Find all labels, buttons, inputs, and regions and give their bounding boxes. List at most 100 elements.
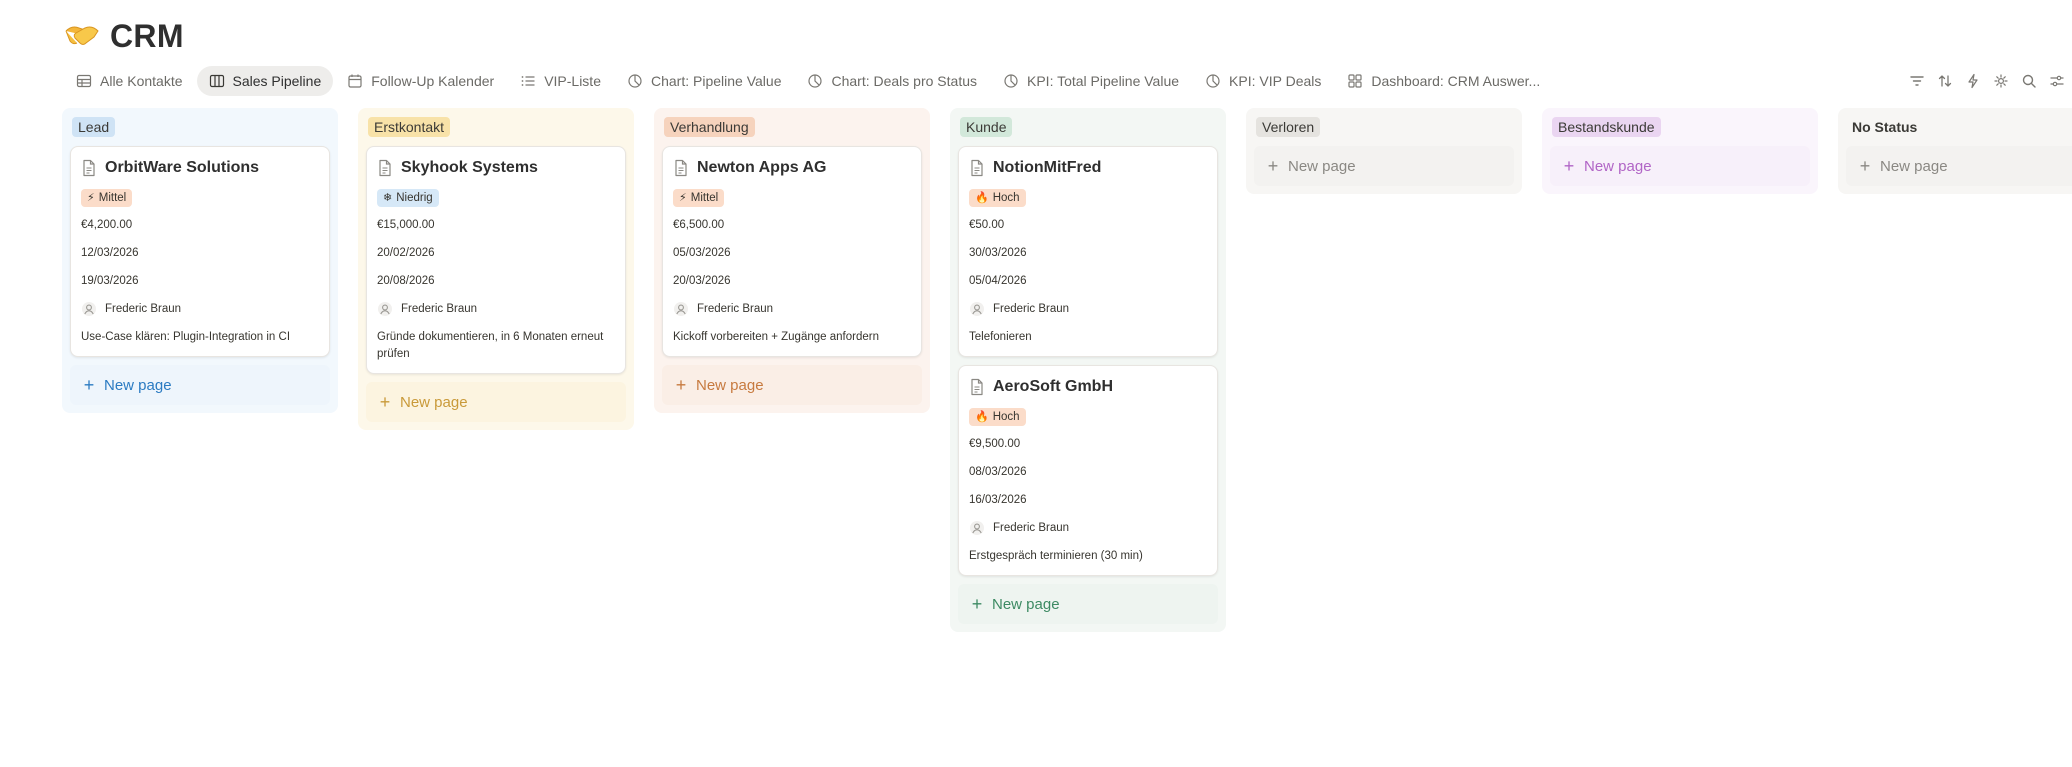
date-start: 20/02/2026 — [377, 247, 435, 259]
tab-dashboard-crm-auswer[interactable]: Dashboard: CRM Auswer... — [1335, 66, 1552, 96]
view-tabs: Alle Kontakte Sales Pipeline Follow-Up Kal… — [64, 66, 2072, 96]
column-header: No Status — [1846, 114, 2072, 140]
card-title: AeroSoft GmbH — [969, 376, 1207, 398]
column-header: Verhandlung — [662, 114, 922, 140]
priority-icon: ❄ — [383, 192, 393, 204]
list-icon — [521, 76, 535, 86]
new-page-button[interactable]: + New page — [1254, 146, 1514, 186]
owner-name: Frederic Braun — [993, 303, 1070, 315]
status-badge[interactable]: Verhandlung — [664, 117, 755, 137]
chart-icon — [628, 74, 642, 88]
priority-icon: 🔥 — [975, 192, 989, 204]
status-badge[interactable]: Lead — [72, 117, 116, 137]
deal-value: €4,200.00 — [81, 219, 133, 231]
column-header: Lead — [70, 114, 330, 140]
deal-value: €50.00 — [969, 219, 1005, 231]
column-no-status: No Status + New page — [1838, 108, 2072, 194]
tab-label: Follow-Up Kalender — [371, 73, 495, 89]
view-settings-icon[interactable] — [2048, 72, 2066, 90]
chart-icon — [808, 74, 823, 88]
priority-label: Niedrig — [396, 192, 433, 204]
new-page-label: New page — [696, 376, 764, 394]
page-icon — [675, 159, 687, 177]
page-icon — [971, 378, 983, 396]
card-title-text: AeroSoft GmbH — [993, 378, 1113, 395]
next-step-note: Erstgespräch terminieren (30 min) — [969, 550, 1143, 562]
tab-kpi-total-pipeline-value[interactable]: KPI: Total Pipeline Value — [991, 66, 1191, 96]
sort-icon[interactable] — [1936, 72, 1954, 90]
new-page-button[interactable]: + New page — [70, 365, 330, 405]
tab-vip-liste[interactable]: VIP-Liste — [508, 66, 613, 96]
date-followup: 20/08/2026 — [377, 275, 435, 287]
priority-icon: ⚡ — [679, 192, 687, 204]
tab-alle-kontakte[interactable]: Alle Kontakte — [64, 66, 195, 96]
status-badge[interactable]: Bestandskunde — [1552, 117, 1661, 137]
new-page-button[interactable]: + New page — [366, 382, 626, 422]
owner: Frederic Braun — [969, 514, 1207, 542]
owner-name: Frederic Braun — [993, 522, 1070, 534]
card-title-text: Skyhook Systems — [401, 159, 538, 176]
page-icon — [379, 159, 391, 177]
deal-value: €6,500.00 — [673, 219, 725, 231]
status-badge[interactable]: Verloren — [1256, 117, 1321, 137]
person-icon — [970, 302, 984, 316]
tab-chart-pipeline-value[interactable]: Chart: Pipeline Value — [615, 66, 793, 96]
tab-follow-up-kalender[interactable]: Follow-Up Kalender — [335, 66, 506, 96]
tab-label: Chart: Pipeline Value — [651, 73, 782, 89]
kanban-card[interactable]: OrbitWare Solutions ⚡ Mittel €4,200.00 12/03… — [70, 146, 330, 357]
tab-sales-pipeline[interactable]: Sales Pipeline — [196, 66, 334, 96]
plus-icon: + — [971, 594, 983, 614]
deal-value: €15,000.00 — [377, 219, 435, 231]
tab-label: Chart: Deals pro Status — [831, 73, 977, 89]
priority-tag: ⚡ Mittel — [81, 189, 133, 207]
tab-kpi-vip-deals[interactable]: KPI: VIP Deals — [1193, 66, 1333, 96]
owner: Frederic Braun — [377, 295, 615, 323]
column-erstkontakt: Erstkontakt Skyhook Systems ❄ Niedrig €15,00… — [358, 108, 634, 430]
filter-icon[interactable] — [1908, 72, 1926, 90]
new-page-button[interactable]: + New page — [1846, 146, 2072, 186]
column-header: Bestandskunde — [1550, 114, 1810, 140]
date-start: 08/03/2026 — [969, 466, 1027, 478]
deal-value: €9,500.00 — [969, 438, 1021, 450]
owner-name: Frederic Braun — [697, 303, 774, 315]
tab-label: KPI: Total Pipeline Value — [1027, 73, 1180, 89]
date-followup: 05/04/2026 — [969, 275, 1027, 287]
automation-icon[interactable] — [1964, 72, 1982, 90]
card-title-text: NotionMitFred — [993, 159, 1102, 176]
board-icon — [209, 74, 224, 88]
view-toolbar — [1908, 66, 2066, 96]
plus-icon: + — [1563, 156, 1575, 176]
kanban-card[interactable]: Skyhook Systems ❄ Niedrig €15,000.00 20/02/2… — [366, 146, 626, 374]
date-start: 12/03/2026 — [81, 247, 139, 259]
priority-tag: ⚡ Mittel — [673, 189, 725, 207]
status-badge[interactable]: No Status — [1848, 117, 1923, 137]
column-verloren: Verloren + New page — [1246, 108, 1522, 194]
status-badge[interactable]: Kunde — [960, 117, 1013, 137]
search-icon[interactable] — [2020, 72, 2038, 90]
date-start: 05/03/2026 — [673, 247, 731, 259]
card-title: Skyhook Systems — [377, 157, 615, 179]
card-title-text: Newton Apps AG — [697, 159, 827, 176]
page-icon — [83, 159, 95, 177]
card-title: NotionMitFred — [969, 157, 1207, 179]
person-icon — [82, 302, 96, 316]
page-header: CRM — [64, 14, 184, 58]
priority-label: Hoch — [992, 411, 1020, 423]
new-page-button[interactable]: + New page — [662, 365, 922, 405]
kanban-card[interactable]: Newton Apps AG ⚡ Mittel €6,500.00 05/03/2026… — [662, 146, 922, 357]
page-title: CRM — [110, 17, 184, 54]
status-badge[interactable]: Erstkontakt — [368, 117, 451, 137]
kanban-card[interactable]: NotionMitFred 🔥 Hoch €50.00 30/03/2026 05/04/… — [958, 146, 1218, 357]
kanban-card[interactable]: AeroSoft GmbH 🔥 Hoch €9,500.00 08/03/2026 16/… — [958, 365, 1218, 576]
settings-sparkle-icon[interactable] — [1992, 72, 2010, 90]
new-page-button[interactable]: + New page — [958, 584, 1218, 624]
person-icon — [378, 302, 392, 316]
new-page-button[interactable]: + New page — [1550, 146, 1810, 186]
plus-icon: + — [379, 392, 391, 412]
tab-chart-deals-pro-status[interactable]: Chart: Deals pro Status — [795, 66, 989, 96]
new-page-label: New page — [1880, 157, 1948, 175]
owner: Frederic Braun — [969, 295, 1207, 323]
tab-label: Alle Kontakte — [100, 73, 183, 89]
priority-label: Mittel — [98, 192, 127, 204]
kanban-board: Lead OrbitWare Solutions ⚡ Mittel €4,200.00 1… — [62, 108, 2072, 632]
